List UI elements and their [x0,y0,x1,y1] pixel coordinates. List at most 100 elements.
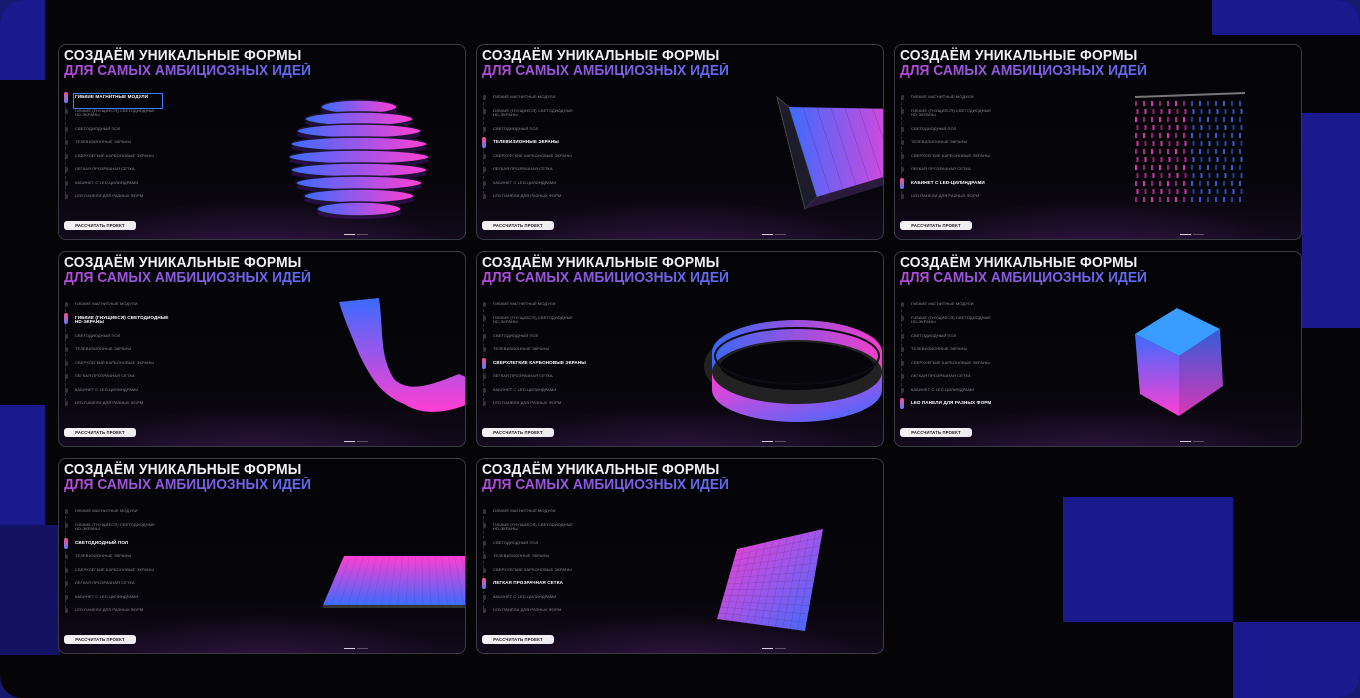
menu-item[interactable]: СВЕРХЛЕГКИЕ КАРБОНОВЫЕ ЭКРАНЫ [63,153,173,159]
calculate-project-button[interactable]: РАССЧИТАТЬ ПРОЕКТ [64,221,136,230]
menu-item[interactable]: ГИБКИЕ (ГНУЩИЕСЯ) СВЕТОДИОДНЫЕ HD-ЭКРАНЫ [63,312,173,325]
menu-marker [65,594,68,600]
slide-subtitle: ДЛЯ САМЫХ АМБИЦИОЗНЫХ ИДЕЙ [482,269,729,286]
menu-item[interactable]: СВЕТОДИОДНЫЙ ПОЛ [63,126,173,132]
menu-item[interactable]: КАБИНЕТ С LED-ЦИЛИНДРАМИ [481,180,591,186]
menu-item[interactable]: СВЕТОДИОДНЫЙ ПОЛ [63,333,173,339]
menu-item[interactable]: ГИБКИЕ (ГНУЩИЕСЯ) СВЕТОДИОДНЫЕ HD-ЭКРАНЫ [899,108,1009,118]
menu-item-label: ЛЕГКАЯ ПРОЗРАЧНАЯ СЕТКА [493,166,553,171]
menu-item[interactable]: ЛЕГКАЯ ПРОЗРАЧНАЯ СЕТКА [899,166,1009,172]
menu-marker [65,554,68,559]
menu-item[interactable]: ГИБКИЕ (ГНУЩИЕСЯ) СВЕТОДИОДНЫЕ HD-ЭКРАНЫ [481,108,591,118]
menu-item[interactable]: КАБИНЕТ С LED-ЦИЛИНДРАМИ [63,387,173,393]
menu-item[interactable]: ЛЕГКАЯ ПРОЗРАЧНАЯ СЕТКА [63,580,173,586]
menu-item-label: ГИБКИЕ (ГНУЩИЕСЯ) СВЕТОДИОДНЫЕ HD-ЭКРАНЫ [493,521,574,531]
menu-item[interactable]: ГИБКИЕ МАГНИТНЫЕ МОДУЛИ [481,94,591,100]
menu-item[interactable]: ГИБКИЕ (ГНУЩИЕСЯ) СВЕТОДИОДНЫЕ HD-ЭКРАНЫ [899,315,1009,325]
menu-item[interactable]: СВЕТОДИОДНЫЙ ПОЛ [481,540,591,546]
menu-item[interactable]: ЛЕГКАЯ ПРОЗРАЧНАЯ СЕТКА [481,166,591,172]
menu-item[interactable]: КАБИНЕТ С LED-ЦИЛИНДРАМИ [481,594,591,600]
slide-title: СОЗДАЁМ УНИКАЛЬНЫЕ ФОРМЫ [900,254,1138,271]
calculate-project-button[interactable]: РАССЧИТАТЬ ПРОЕКТ [482,635,554,644]
menu-item[interactable]: ГИБКИЕ МАГНИТНЫЕ МОДУЛИ [899,94,1009,100]
menu-item-label: СВЕТОДИОДНЫЙ ПОЛ [493,332,539,338]
calculate-project-button[interactable]: РАССЧИТАТЬ ПРОЕКТ [482,428,554,437]
active-indicator [64,537,68,549]
menu-item[interactable]: КАБИНЕТ С LED-ЦИЛИНДРАМИ [481,387,591,393]
menu-item[interactable]: ТЕЛЕВИЗИОННЫЕ ЭКРАНЫ [899,346,1009,352]
menu-item[interactable]: СВЕРХЛЕГКИЕ КАРБОНОВЫЕ ЭКРАНЫ [63,566,173,573]
menu-item-label: КАБИНЕТ С LED-ЦИЛИНДРАМИ [75,179,139,185]
menu-item[interactable]: ГИБКИЕ (ГНУЩИЕСЯ) СВЕТОДИОДНЫЕ HD-ЭКРАНЫ [63,522,173,532]
menu-item[interactable]: КАБИНЕТ С LED-ЦИЛИНДРАМИ [63,179,173,186]
menu-item[interactable]: ЛЕГКАЯ ПРОЗРАЧНАЯ СЕТКА [481,373,591,379]
menu-item[interactable]: КАБИНЕТ С LED-ЦИЛИНДРАМИ [63,593,173,600]
menu-item[interactable]: КАБИНЕТ С LED-ЦИЛИНДРАМИ [899,177,1009,189]
menu-item[interactable]: ГИБКИЕ (ГНУЩИЕСЯ) СВЕТОДИОДНЫЕ HD-ЭКРАНЫ [481,521,591,532]
menu-item[interactable]: ТЕЛЕВИЗИОННЫЕ ЭКРАНЫ [481,137,591,148]
menu-item[interactable]: ТЕЛЕВИЗИОННЫЕ ЭКРАНЫ [899,139,1009,145]
calculate-project-button[interactable]: РАССЧИТАТЬ ПРОЕКТ [900,428,972,437]
menu-item[interactable]: ЛЕГКАЯ ПРОЗРАЧНАЯ СЕТКА [481,578,591,589]
menu-item[interactable]: ТЕЛЕВИЗИОННЫЕ ЭКРАНЫ [481,553,591,559]
menu-item-label: ГИБКИЕ МАГНИТНЫЕ МОДУЛИ [493,301,556,306]
menu-item[interactable]: LED ПАНЕЛИ ДЛЯ РАЗНЫХ ФОРМ [899,398,1009,409]
menu-item[interactable]: ГИБКИЕ (ГНУЩИЕСЯ) СВЕТОДИОДНЫЕ HD-ЭКРАНЫ [481,315,591,325]
menu-marker [483,608,486,613]
menu-item[interactable]: ГИБКИЕ МАГНИТНЫЕ МОДУЛИ [899,301,1009,307]
slide-title: СОЗДАЁМ УНИКАЛЬНЫЕ ФОРМЫ [482,254,720,271]
menu-marker [901,347,904,352]
menu-item[interactable]: LED ПАНЕЛИ ДЛЯ РАЗНЫХ ФОРМ [481,400,591,406]
page-indicator [775,234,786,235]
menu-item[interactable]: LED ПАНЕЛИ ДЛЯ РАЗНЫХ ФОРМ [63,400,173,406]
menu-item-label: ЛЕГКАЯ ПРОЗРАЧНАЯ СЕТКА [75,166,135,171]
pagination [762,441,788,443]
menu-item[interactable]: ГИБКИЕ МАГНИТНЫЕ МОДУЛИ [63,508,173,514]
menu-item[interactable]: ГИБКИЕ МАГНИТНЫЕ МОДУЛИ [63,301,173,307]
calculate-project-button[interactable]: РАССЧИТАТЬ ПРОЕКТ [900,221,972,230]
menu-item[interactable]: LED ПАНЕЛИ ДЛЯ РАЗНЫХ ФОРМ [63,607,173,613]
menu-item-label: ГИБКИЕ МАГНИТНЫЕ МОДУЛИ [493,508,556,513]
menu-item[interactable]: СВЕТОДИОДНЫЙ ПОЛ [63,537,173,549]
slide-title: СОЗДАЁМ УНИКАЛЬНЫЕ ФОРМЫ [64,47,302,64]
menu-item-label: КАБИНЕТ С LED-ЦИЛИНДРАМИ [75,593,139,599]
calculate-project-button[interactable]: РАССЧИТАТЬ ПРОЕКТ [64,428,136,437]
calculate-project-button[interactable]: РАССЧИТАТЬ ПРОЕКТ [482,221,554,230]
menu-item-label: ЛЕГКАЯ ПРОЗРАЧНАЯ СЕТКА [911,373,971,378]
menu-item[interactable]: LED ПАНЕЛИ ДЛЯ РАЗНЫХ ФОРМ [899,193,1009,199]
product-menu: ГИБКИЕ МАГНИТНЫЕ МОДУЛИ ГИБКИЕ (ГНУЩИЕСЯ)… [63,92,173,199]
menu-item[interactable]: ЛЕГКАЯ ПРОЗРАЧНАЯ СЕТКА [63,166,173,172]
menu-item[interactable]: LED ПАНЕЛИ ДЛЯ РАЗНЫХ ФОРМ [63,193,173,199]
menu-item[interactable]: КАБИНЕТ С LED-ЦИЛИНДРАМИ [899,387,1009,393]
menu-item[interactable]: СВЕТОДИОДНЫЙ ПОЛ [899,333,1009,339]
pagination [762,234,788,236]
menu-item[interactable]: СВЕРХЛЕГКИЕ КАРБОНОВЫЕ ЭКРАНЫ [63,360,173,366]
menu-item[interactable]: ТЕЛЕВИЗИОННЫЕ ЭКРАНЫ [63,553,173,559]
menu-item[interactable]: СВЕТОДИОДНЫЙ ПОЛ [481,126,591,132]
menu-marker [65,374,68,379]
menu-item[interactable]: ЛЕГКАЯ ПРОЗРАЧНАЯ СЕТКА [899,373,1009,379]
menu-item[interactable]: СВЕРХЛЕГКИЕ КАРБОНОВЫЕ ЭКРАНЫ [481,153,591,159]
menu-item[interactable]: ГИБКИЕ МАГНИТНЫЕ МОДУЛИ [481,301,591,307]
menu-item[interactable]: ТЕЛЕВИЗИОННЫЕ ЭКРАНЫ [481,346,591,352]
menu-item[interactable]: СВЕТОДИОДНЫЙ ПОЛ [899,126,1009,132]
menu-item[interactable]: ГИБКИЕ МАГНИТНЫЕ МОДУЛИ [481,508,591,514]
menu-item[interactable]: ТЕЛЕВИЗИОННЫЕ ЭКРАНЫ [63,346,173,352]
deco-square-right-mid [1302,113,1360,328]
menu-item[interactable]: LED ПАНЕЛИ ДЛЯ РАЗНЫХ ФОРМ [481,193,591,199]
menu-item[interactable]: СВЕРХЛЕГКИЕ КАРБОНОВЫЕ ЭКРАНЫ [899,360,1009,366]
menu-item[interactable]: LED ПАНЕЛИ ДЛЯ РАЗНЫХ ФОРМ [481,607,591,613]
menu-marker [901,315,904,321]
menu-item[interactable]: СВЕРХЛЕГКИЕ КАРБОНОВЫЕ ЭКРАНЫ [481,357,591,369]
menu-item[interactable]: ЛЕГКАЯ ПРОЗРАЧНАЯ СЕТКА [63,373,173,379]
slide-title: СОЗДАЁМ УНИКАЛЬНЫЕ ФОРМЫ [64,461,302,478]
menu-item[interactable]: СВЕТОДИОДНЫЙ ПОЛ [481,332,591,339]
menu-item[interactable]: СВЕРХЛЕГКИЕ КАРБОНОВЫЕ ЭКРАНЫ [481,567,591,573]
menu-item-label: СВЕРХЛЕГКИЕ КАРБОНОВЫЕ ЭКРАНЫ [75,566,154,572]
menu-marker [483,387,486,393]
menu-item[interactable]: ТЕЛЕВИЗИОННЫЕ ЭКРАНЫ [63,139,173,145]
calculate-project-button[interactable]: РАССЧИТАТЬ ПРОЕКТ [64,635,136,644]
menu-item[interactable]: СВЕРХЛЕГКИЕ КАРБОНОВЫЕ ЭКРАНЫ [899,153,1009,159]
menu-item-label: ЛЕГКАЯ ПРОЗРАЧНАЯ СЕТКА [75,580,135,585]
menu-item[interactable]: ГИБКИЕ (ГНУЩИЕСЯ) СВЕТОДИОДНЫЕ HD-ЭКРАНЫ [63,108,173,118]
